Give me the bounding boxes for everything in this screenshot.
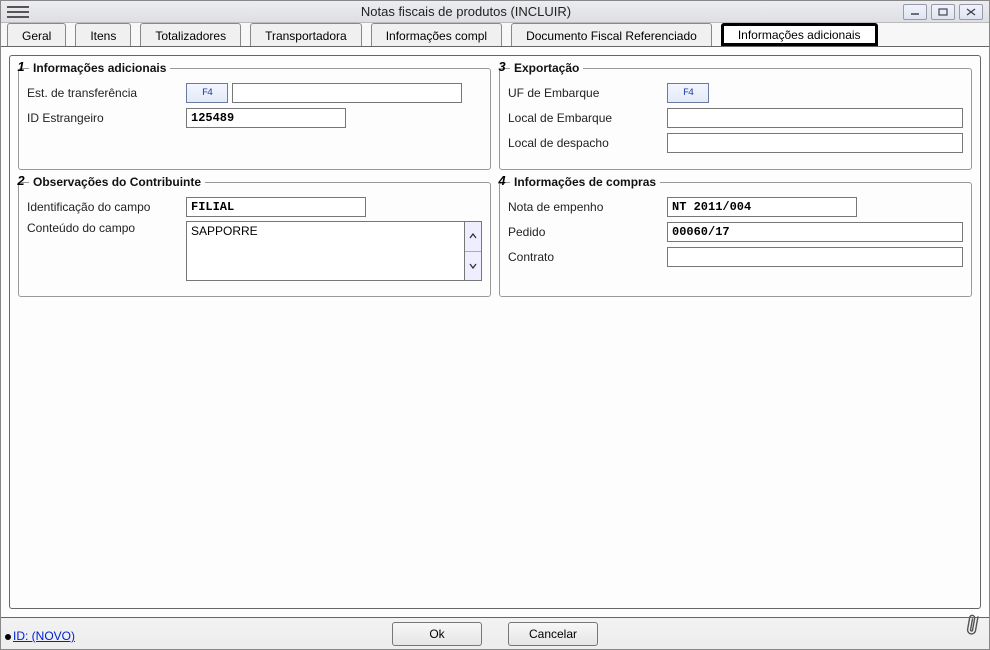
group-title-3: Exportação — [510, 61, 583, 75]
label-conteudo-campo: Conteúdo do campo — [27, 221, 182, 235]
window-title: Notas fiscais de produtos (INCLUIR) — [29, 4, 903, 19]
group-number-3: 3 — [494, 59, 510, 75]
group-informacoes-adicionais: 1 Informações adicionais Est. de transfe… — [18, 68, 491, 170]
scroll-down-button[interactable] — [465, 252, 481, 281]
group-title-2: Observações do Contribuinte — [29, 175, 205, 189]
group-title-4: Informações de compras — [510, 175, 660, 189]
group-title-1: Informações adicionais — [29, 61, 170, 75]
close-icon — [965, 7, 977, 17]
pedido-input[interactable] — [667, 222, 963, 242]
tab-transportadora[interactable]: Transportadora — [250, 23, 362, 46]
identificacao-campo-input[interactable] — [186, 197, 366, 217]
label-uf-embarque: UF de Embarque — [508, 86, 663, 100]
contrato-input[interactable] — [667, 247, 963, 267]
label-local-embarque: Local de Embarque — [508, 111, 663, 125]
est-transferencia-desc-input[interactable] — [232, 83, 462, 103]
textarea-scroll — [464, 221, 482, 281]
tab-geral[interactable]: Geral — [7, 23, 66, 46]
tabstrip: Geral Itens Totalizadores Transportadora… — [1, 23, 989, 47]
tab-itens[interactable]: Itens — [75, 23, 131, 46]
label-id-estrangeiro: ID Estrangeiro — [27, 111, 182, 125]
content-area: 1 Informações adicionais Est. de transfe… — [1, 47, 989, 617]
maximize-icon — [937, 7, 949, 17]
tab-informacoes-adicionais[interactable]: Informações adicionais — [721, 23, 878, 46]
inner-panel: 1 Informações adicionais Est. de transfe… — [9, 55, 981, 609]
app-window: Notas fiscais de produtos (INCLUIR) Gera… — [0, 0, 990, 650]
group-observacoes-contribuinte: 2 Observações do Contribuinte Identifica… — [18, 182, 491, 297]
label-identificacao-campo: Identificação do campo — [27, 200, 182, 214]
id-estrangeiro-input[interactable] — [186, 108, 346, 128]
label-pedido: Pedido — [508, 225, 663, 239]
conteudo-campo-textarea[interactable] — [186, 221, 464, 281]
label-contrato: Contrato — [508, 250, 663, 264]
local-despacho-input[interactable] — [667, 133, 963, 153]
bottom-bar: ID: (NOVO) Ok Cancelar — [1, 617, 989, 649]
cancel-button[interactable]: Cancelar — [508, 622, 598, 646]
titlebar: Notas fiscais de produtos (INCLUIR) — [1, 1, 989, 23]
menu-icon[interactable] — [7, 3, 29, 21]
tab-documento-fiscal-referenciado[interactable]: Documento Fiscal Referenciado — [511, 23, 712, 46]
label-est-transferencia: Est. de transferência — [27, 86, 182, 100]
label-nota-empenho: Nota de empenho — [508, 200, 663, 214]
lookup-est-transferencia-button[interactable]: F4 — [186, 83, 228, 103]
group-number-1: 1 — [13, 59, 29, 75]
chevron-down-icon — [469, 263, 477, 269]
group-informacoes-compras: 4 Informações de compras Nota de empenho… — [499, 182, 972, 297]
tab-informacoes-compl[interactable]: Informações compl — [371, 23, 502, 46]
close-button[interactable] — [959, 4, 983, 20]
label-local-despacho: Local de despacho — [508, 136, 663, 150]
window-controls — [903, 4, 983, 20]
group-exportacao: 3 Exportação UF de Embarque F4 Local de … — [499, 68, 972, 170]
group-number-4: 4 — [494, 173, 510, 189]
scroll-up-button[interactable] — [465, 222, 481, 252]
local-embarque-input[interactable] — [667, 108, 963, 128]
nota-empenho-input[interactable] — [667, 197, 857, 217]
group-number-2: 2 — [13, 173, 29, 189]
ok-button[interactable]: Ok — [392, 622, 482, 646]
chevron-up-icon — [469, 233, 477, 239]
id-novo-link[interactable]: ID: (NOVO) — [5, 629, 75, 643]
minimize-icon — [909, 8, 921, 16]
lookup-uf-embarque-button[interactable]: F4 — [667, 83, 709, 103]
maximize-button[interactable] — [931, 4, 955, 20]
minimize-button[interactable] — [903, 4, 927, 20]
tab-totalizadores[interactable]: Totalizadores — [140, 23, 241, 46]
